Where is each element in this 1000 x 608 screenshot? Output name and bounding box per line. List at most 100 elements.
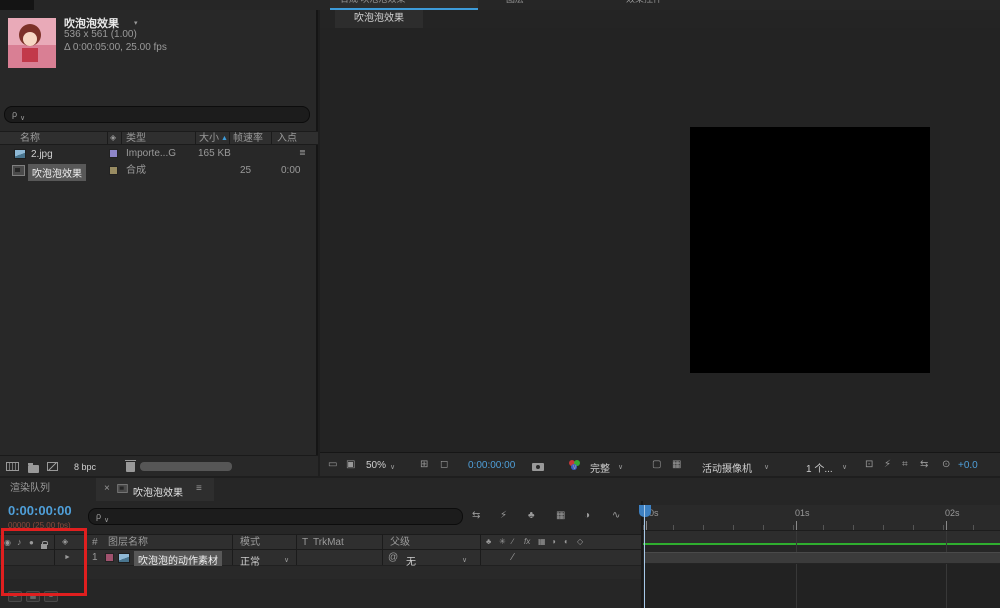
- graph-editor-icon[interactable]: ∿: [612, 511, 620, 521]
- layer-name-column[interactable]: 图层名称: [108, 538, 148, 548]
- lock-column-icon[interactable]: [41, 541, 48, 549]
- mini-flowchart-icon[interactable]: ⇆: [472, 511, 480, 521]
- index-column[interactable]: #: [92, 538, 98, 548]
- trkmat-column[interactable]: TrkMat: [313, 538, 344, 548]
- time-ruler[interactable]: 0s 01s 02s: [643, 505, 1000, 531]
- footage-thumbnail[interactable]: [8, 18, 56, 68]
- flowchart-icon[interactable]: ⇆: [920, 460, 928, 470]
- 3d-view-caret-icon[interactable]: ∨: [764, 463, 769, 471]
- column-name[interactable]: 名称: [20, 134, 40, 144]
- parent-caret-icon[interactable]: ∨: [462, 556, 467, 564]
- trash-icon[interactable]: [124, 460, 136, 472]
- item-name-selected[interactable]: 吹泡泡效果: [28, 164, 86, 181]
- label-color-chip[interactable]: [109, 166, 118, 175]
- layer-tab-stub[interactable]: 图层: [500, 0, 564, 8]
- expand-layer-switches-toggle[interactable]: ≡: [8, 591, 22, 602]
- interpret-footage-icon[interactable]: [6, 462, 19, 471]
- ruler-major-tick: [946, 521, 947, 530]
- timeline-comp-tab[interactable]: × 吹泡泡效果 ≡: [96, 478, 214, 501]
- expand-inout-columns-toggle[interactable]: ⌗: [44, 591, 58, 602]
- layer-expander-icon[interactable]: ►: [64, 554, 71, 561]
- adjustment-switch-icon[interactable]: ◐: [564, 538, 569, 546]
- primary-viewer-icon[interactable]: ▣: [346, 460, 355, 470]
- column-type[interactable]: 类型: [126, 134, 146, 144]
- item-title-caret-icon[interactable]: ▾: [134, 19, 138, 27]
- new-composition-icon[interactable]: [47, 462, 58, 471]
- audio-column-icon[interactable]: ♪: [17, 538, 22, 547]
- grid-guides-icon[interactable]: ⊞: [420, 460, 428, 470]
- composition-viewer[interactable]: [320, 28, 1000, 452]
- exposure-value[interactable]: +0.0: [958, 460, 978, 471]
- label-column-icon[interactable]: ◈: [62, 538, 68, 546]
- project-panel-tab-stub[interactable]: [0, 0, 34, 10]
- shy-switch-icon[interactable]: ♣: [486, 538, 491, 546]
- collapse-switch-icon[interactable]: ✳: [499, 538, 506, 546]
- motion-blur-switch-icon[interactable]: ◑: [551, 538, 556, 546]
- magnification-caret-icon[interactable]: ∨: [390, 463, 395, 471]
- frame-blend-switch-icon[interactable]: ▦: [538, 538, 546, 546]
- blend-mode-caret-icon[interactable]: ∨: [284, 556, 289, 564]
- table-row[interactable]: 吹泡泡效果 合成 25 0:00: [0, 163, 318, 181]
- shy-layers-icon[interactable]: ♣: [528, 511, 535, 521]
- render-queue-tab[interactable]: 渲染队列: [10, 484, 50, 494]
- layer-label-chip[interactable]: [105, 553, 114, 562]
- transparency-grid-icon[interactable]: ▦: [672, 460, 681, 470]
- playhead-line[interactable]: [644, 505, 645, 608]
- view-layout-caret-icon[interactable]: ∨: [842, 463, 847, 471]
- new-folder-icon[interactable]: [28, 463, 39, 473]
- always-preview-icon[interactable]: ▭: [328, 460, 337, 470]
- 3d-view-dropdown[interactable]: 活动摄像机: [702, 460, 752, 475]
- t-column[interactable]: T: [302, 538, 308, 548]
- playhead-handle[interactable]: [639, 505, 651, 517]
- mode-column[interactable]: 模式: [240, 538, 260, 548]
- column-in-point[interactable]: 入点: [277, 134, 297, 144]
- parent-column[interactable]: 父级: [390, 538, 410, 548]
- video-column-icon[interactable]: ◉: [4, 539, 11, 547]
- item-name[interactable]: 2.jpg: [31, 149, 53, 160]
- mask-visibility-icon[interactable]: ◻: [440, 460, 448, 470]
- composition-frame[interactable]: [690, 127, 930, 373]
- bit-depth-button[interactable]: 8 bpc: [74, 462, 96, 472]
- fx-switch-icon[interactable]: fx: [524, 538, 530, 546]
- horizontal-scrollbar[interactable]: [140, 462, 232, 471]
- parent-pickwhip-icon[interactable]: @: [388, 553, 398, 563]
- magnification-dropdown[interactable]: 50%: [366, 460, 386, 471]
- column-frame-rate[interactable]: 帧速率: [233, 134, 263, 144]
- draft-3d-icon[interactable]: ⚡: [500, 511, 507, 521]
- footage-item-icon: [14, 149, 26, 159]
- effect-controls-tab-stub[interactable]: 效果控件: [620, 0, 704, 8]
- fast-preview-icon[interactable]: ⚡: [884, 460, 891, 470]
- label-color-chip[interactable]: [109, 149, 118, 158]
- solo-column-icon[interactable]: ●: [29, 539, 34, 547]
- project-search-input[interactable]: ρ ∨: [4, 106, 310, 123]
- 3d-switch-icon[interactable]: ◇: [577, 538, 583, 546]
- viewer-tab[interactable]: 吹泡泡效果: [335, 10, 423, 28]
- frame-blend-icon[interactable]: ▦: [556, 511, 565, 521]
- view-layout-dropdown[interactable]: 1 个...: [806, 460, 833, 475]
- timeline-search-input[interactable]: ρ ∨: [88, 508, 463, 525]
- layer-duration-bar[interactable]: [645, 552, 1000, 564]
- column-label-icon[interactable]: ◈: [110, 134, 116, 142]
- snapshot-camera-icon[interactable]: [532, 463, 544, 471]
- layer-row[interactable]: ► 1 吹泡泡的动作素材 正常 ∨ @ 无 ∨ ∕: [0, 550, 641, 568]
- current-timecode[interactable]: 0:00:00:00: [8, 503, 72, 518]
- close-tab-icon[interactable]: ×: [104, 484, 110, 494]
- sort-ascending-icon[interactable]: ▲: [221, 135, 228, 142]
- resolution-dropdown[interactable]: 完整: [590, 460, 610, 475]
- item-duration: Δ 0:00:05:00, 25.00 fps: [64, 42, 167, 53]
- motion-blur-icon[interactable]: ◑: [584, 511, 590, 521]
- pixel-aspect-icon[interactable]: ⊡: [865, 460, 873, 470]
- column-size[interactable]: 大小: [199, 134, 219, 144]
- expand-transfer-controls-toggle[interactable]: ▦: [26, 591, 40, 602]
- preview-time[interactable]: 0:00:00:00: [468, 460, 515, 471]
- panel-menu-icon[interactable]: ≡: [196, 484, 202, 494]
- reset-exposure-icon[interactable]: ⊙: [942, 460, 950, 470]
- table-row[interactable]: 2.jpg Importe...G 165 KB ≣: [0, 146, 318, 163]
- show-channel-caret-icon[interactable]: ∨: [572, 463, 577, 471]
- region-of-interest-icon[interactable]: ▢: [652, 460, 661, 470]
- resolution-caret-icon[interactable]: ∨: [618, 463, 623, 471]
- timeline-button-icon[interactable]: ⌗: [902, 460, 908, 470]
- composition-tab-stub[interactable]: 合成 吹泡泡效果: [330, 0, 478, 8]
- quality-switch-icon[interactable]: ∕: [512, 538, 513, 546]
- layer-quality-icon[interactable]: ∕: [512, 553, 514, 563]
